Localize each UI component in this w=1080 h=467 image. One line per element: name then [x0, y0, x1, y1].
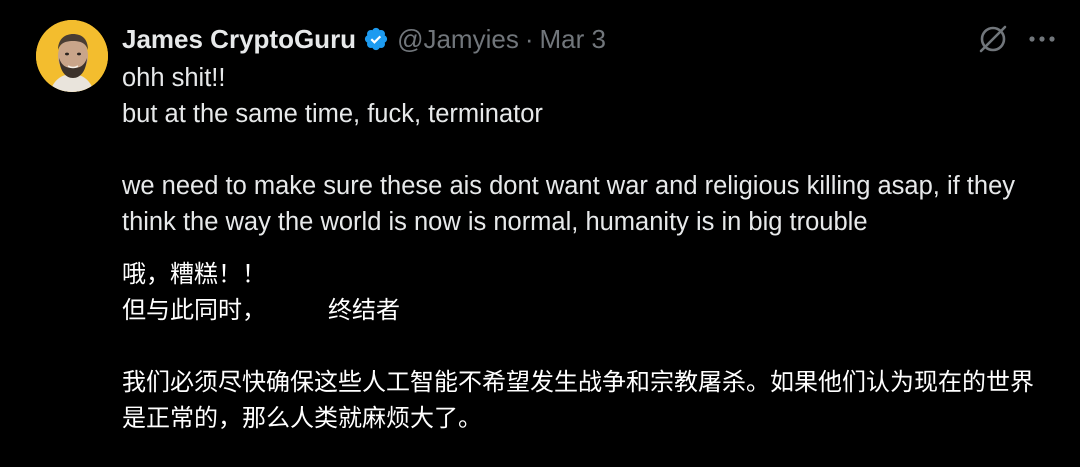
- tweet-date[interactable]: Mar 3: [540, 24, 606, 55]
- author-handle[interactable]: @Jamyies: [397, 24, 519, 55]
- tweet-text-line-zh: 我们必须尽快确保这些人工智能不希望发生战争和宗教屠杀。如果他们认为现在的世界是正…: [122, 368, 1034, 432]
- tweet-text-line-zh: 哦，糟糕！！: [122, 260, 266, 288]
- tweet-text-chinese: 哦，糟糕！！ 但与此同时， 终结者 我们必须尽快确保这些人工智能不希望发生战争和宗…: [122, 256, 1052, 436]
- tweet-text-line-zh: 但与此同时， 终结者: [122, 292, 1052, 328]
- tweet-text-segment-zh: 终结者: [328, 296, 400, 324]
- tweet[interactable]: James CryptoGuru @Jamyies · Mar 3 ohh sh…: [0, 0, 1080, 467]
- tweet-text-line: but at the same time, fuck, terminator: [122, 100, 543, 128]
- grok-icon[interactable]: [976, 22, 1010, 56]
- avatar-image: [36, 20, 108, 92]
- tweet-text-segment-zh: 但与此同时，: [122, 296, 266, 324]
- verified-badge-icon[interactable]: [363, 26, 389, 52]
- tweet-text-line: ohh shit!!: [122, 64, 226, 92]
- author-name[interactable]: James CryptoGuru: [122, 24, 356, 55]
- separator-dot: ·: [524, 23, 534, 54]
- tweet-text-english: ohh shit!! but at the same time, fuck, t…: [122, 60, 1052, 240]
- avatar[interactable]: [36, 20, 108, 92]
- tweet-header: James CryptoGuru @Jamyies · Mar 3: [122, 22, 606, 56]
- tweet-text-line: we need to make sure these ais dont want…: [122, 172, 1015, 236]
- more-horizontal-icon[interactable]: [1026, 26, 1058, 52]
